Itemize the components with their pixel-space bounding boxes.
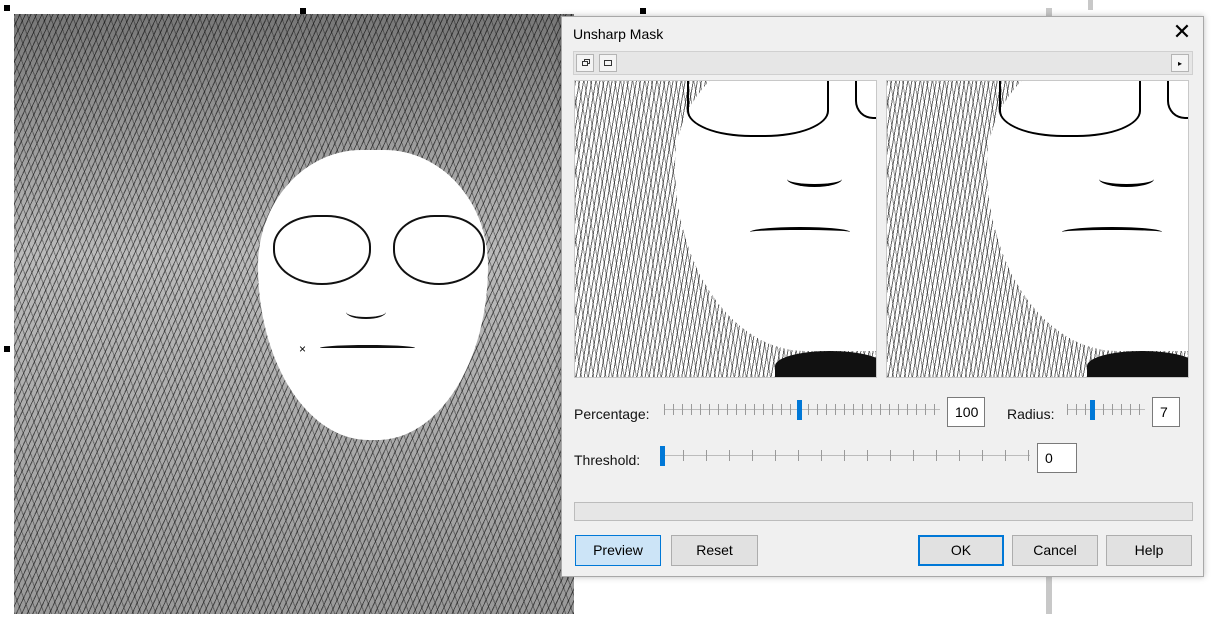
- portrait-mouth: [320, 345, 415, 351]
- expand-arrow-icon[interactable]: ▸: [1171, 54, 1189, 72]
- help-button[interactable]: Help: [1106, 535, 1192, 566]
- percentage-label: Percentage:: [574, 406, 650, 422]
- original-preview-pane[interactable]: [574, 80, 877, 378]
- dual-preview-icon[interactable]: [576, 54, 594, 72]
- portrait-nose: [346, 305, 386, 319]
- percentage-slider[interactable]: [664, 400, 940, 420]
- percentage-slider-thumb[interactable]: [797, 400, 802, 420]
- preview-toolbar: ▸: [573, 51, 1193, 75]
- threshold-label: Threshold:: [574, 452, 641, 468]
- selection-handle-icon[interactable]: [640, 8, 646, 14]
- radius-slider[interactable]: [1067, 400, 1145, 420]
- percentage-field[interactable]: 100: [947, 397, 985, 427]
- dialog-title: Unsharp Mask: [573, 26, 664, 42]
- close-icon[interactable]: ✕: [1169, 21, 1195, 45]
- ok-button[interactable]: OK: [918, 535, 1004, 566]
- center-marker-icon[interactable]: ×: [299, 343, 306, 355]
- threshold-field[interactable]: 0: [1037, 443, 1077, 473]
- radius-label: Radius:: [1007, 406, 1055, 422]
- selection-handle-icon[interactable]: [300, 8, 306, 14]
- radius-field[interactable]: 7: [1152, 397, 1180, 427]
- portrait-glasses-left: [273, 215, 371, 285]
- unsharp-mask-dialog: Unsharp Mask ✕ ▸ Percentage: 100 Radius:: [561, 16, 1204, 577]
- single-preview-icon[interactable]: [599, 54, 617, 72]
- threshold-slider-thumb[interactable]: [660, 446, 665, 466]
- progress-bar: [574, 502, 1193, 521]
- threshold-slider[interactable]: [660, 446, 1030, 466]
- radius-slider-thumb[interactable]: [1090, 400, 1095, 420]
- portrait-glasses-right: [393, 215, 485, 285]
- reset-button[interactable]: Reset: [671, 535, 758, 566]
- selection-handle-icon[interactable]: [4, 346, 10, 352]
- cancel-button[interactable]: Cancel: [1012, 535, 1098, 566]
- selection-handle-icon[interactable]: [4, 5, 10, 11]
- guide-line: [1088, 0, 1093, 10]
- preview-button[interactable]: Preview: [575, 535, 661, 566]
- result-preview-pane[interactable]: [886, 80, 1189, 378]
